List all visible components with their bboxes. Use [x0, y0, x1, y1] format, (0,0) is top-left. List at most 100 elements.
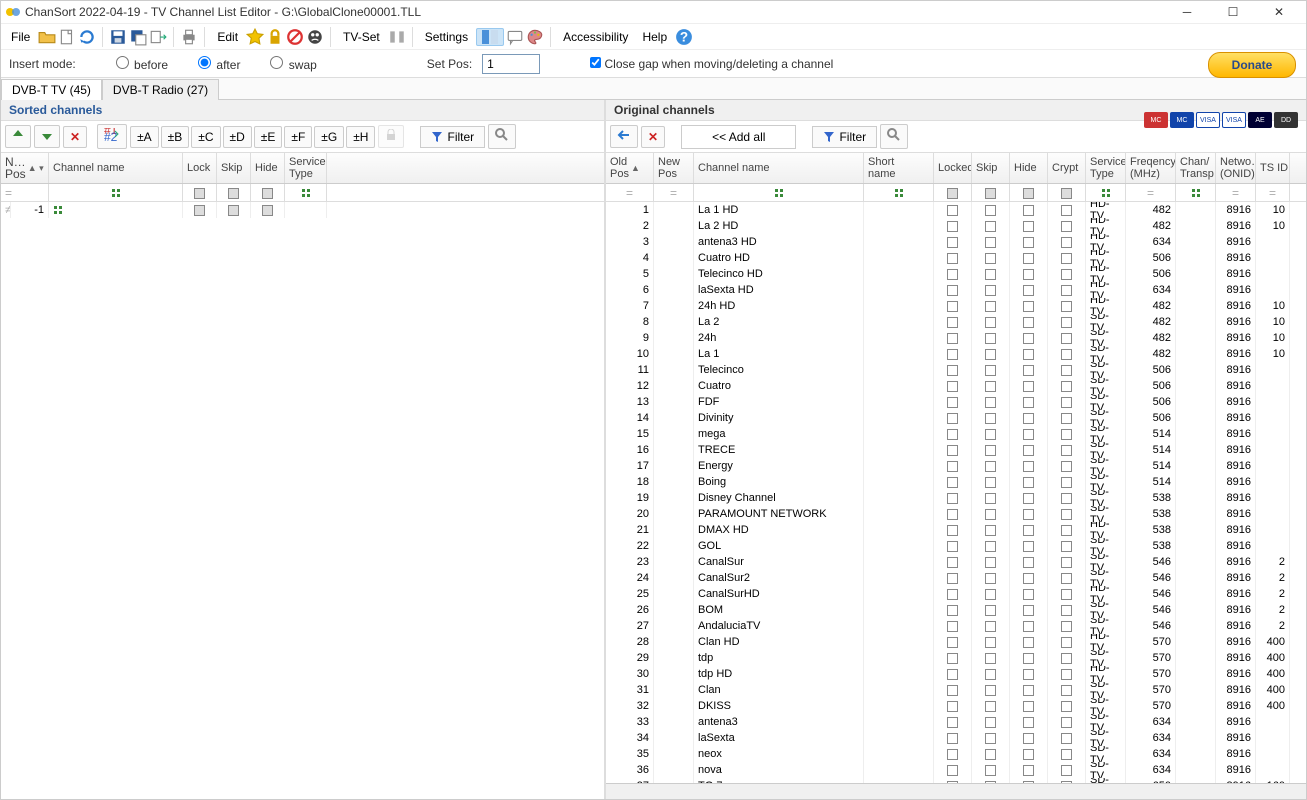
- table-row[interactable]: 13FDFSD-TV5068916: [606, 394, 1306, 410]
- table-row[interactable]: 18BoingSD-TV5148916: [606, 474, 1306, 490]
- table-row[interactable]: 12CuatroSD-TV5068916: [606, 378, 1306, 394]
- table-row[interactable]: 17EnergySD-TV5148916: [606, 458, 1306, 474]
- add-left-button[interactable]: [610, 125, 638, 148]
- table-row[interactable]: 21DMAX HDHD-TV5388916: [606, 522, 1306, 538]
- table-row[interactable]: 15megaSD-TV5148916: [606, 426, 1306, 442]
- table-row[interactable]: 924hSD-TV482891610: [606, 330, 1306, 346]
- fav-pmC[interactable]: ±C: [191, 126, 220, 148]
- sorted-grid[interactable]: N… Pos▲ ▾ Channel name Lock Skip Hide Se…: [1, 153, 604, 799]
- table-row[interactable]: 3antena3 HDHD-TV6348916: [606, 234, 1306, 250]
- table-row[interactable]: 35neoxSD-TV6348916: [606, 746, 1306, 762]
- table-row[interactable]: 8La 2SD-TV482891610: [606, 314, 1306, 330]
- table-row[interactable]: 16TRECESD-TV5148916: [606, 442, 1306, 458]
- menu-help[interactable]: Help: [636, 28, 673, 46]
- col-service[interactable]: Service Type: [285, 153, 327, 183]
- table-row[interactable]: 724h HDHD-TV482891610: [606, 298, 1306, 314]
- col-oldpos[interactable]: Old Pos▲: [606, 153, 654, 183]
- saveas-icon[interactable]: [129, 28, 147, 46]
- favorite-icon[interactable]: [246, 28, 264, 46]
- table-row[interactable]: 11TelecincoSD-TV5068916: [606, 362, 1306, 378]
- move-up-button[interactable]: [5, 125, 31, 148]
- fav-pmD[interactable]: ±D: [223, 126, 252, 148]
- help-icon[interactable]: ?: [675, 28, 693, 46]
- table-row[interactable]: 6laSexta HDHD-TV6348916: [606, 282, 1306, 298]
- col-locked[interactable]: Locked: [934, 153, 972, 183]
- col-svc[interactable]: Service Type: [1086, 153, 1126, 183]
- table-row[interactable]: 10La 1SD-TV482891610: [606, 346, 1306, 362]
- table-row[interactable]: 36novaSD-TV6348916: [606, 762, 1306, 778]
- fav-pmF[interactable]: ±F: [284, 126, 312, 148]
- menu-tvset[interactable]: TV-Set: [337, 28, 386, 46]
- save-icon[interactable]: [109, 28, 127, 46]
- table-row[interactable]: 25CanalSurHDHD-TV54689162: [606, 586, 1306, 602]
- renumber-button[interactable]: #1#2: [97, 124, 127, 149]
- col-newpos[interactable]: New Pos: [654, 153, 694, 183]
- col-name[interactable]: Channel name: [694, 153, 864, 183]
- open-icon[interactable]: [38, 28, 56, 46]
- table-row[interactable]: 34laSextaSD-TV6348916: [606, 730, 1306, 746]
- col-lock[interactable]: Lock: [183, 153, 217, 183]
- minimize-button[interactable]: ─: [1164, 1, 1210, 24]
- layout-split-button[interactable]: [476, 28, 504, 46]
- radio-before[interactable]: before: [116, 56, 168, 72]
- col-hide[interactable]: Hide: [1010, 153, 1048, 183]
- col-freq[interactable]: Freqency (MHz): [1126, 153, 1176, 183]
- addall-button[interactable]: << Add all: [681, 125, 796, 149]
- table-row[interactable]: 37TG 7SD-TV6508916160: [606, 778, 1306, 783]
- block-icon[interactable]: [286, 28, 304, 46]
- delete-button[interactable]: ✕: [63, 126, 87, 148]
- maximize-button[interactable]: ☐: [1210, 1, 1256, 24]
- table-row[interactable]: 14DivinitySD-TV5068916: [606, 410, 1306, 426]
- table-row[interactable]: 27AndaluciaTVSD-TV54689162: [606, 618, 1306, 634]
- col-tsid[interactable]: TS ID: [1256, 153, 1290, 183]
- remove-button[interactable]: ✕: [641, 126, 665, 148]
- original-grid[interactable]: Old Pos▲New PosChannel nameShort nameLoc…: [606, 153, 1306, 783]
- print-icon[interactable]: [180, 28, 198, 46]
- table-row[interactable]: 19Disney ChannelSD-TV5388916: [606, 490, 1306, 506]
- table-row[interactable]: 5Telecinco HDHD-TV5068916: [606, 266, 1306, 282]
- new-icon[interactable]: [58, 28, 76, 46]
- table-row[interactable]: ≠-1: [1, 202, 604, 218]
- fav-pmG[interactable]: ±G: [314, 126, 344, 148]
- left-search-button[interactable]: [488, 124, 516, 149]
- tab-dvbt-tv[interactable]: DVB-T TV (45): [1, 79, 102, 100]
- radio-after[interactable]: after: [198, 56, 240, 72]
- hide-icon[interactable]: [306, 28, 324, 46]
- lock-icon[interactable]: [266, 28, 284, 46]
- tab-dvbt-radio[interactable]: DVB-T Radio (27): [102, 79, 219, 100]
- right-filter-button[interactable]: Filter: [812, 126, 877, 148]
- col-skip[interactable]: Skip: [217, 153, 251, 183]
- col-crypt[interactable]: Crypt: [1048, 153, 1086, 183]
- radio-swap[interactable]: swap: [270, 56, 316, 72]
- tvset-tool-icon[interactable]: [388, 28, 406, 46]
- menu-file[interactable]: File: [5, 28, 36, 46]
- table-row[interactable]: 28Clan HDHD-TV5708916400: [606, 634, 1306, 650]
- reload-icon[interactable]: [78, 28, 96, 46]
- col-netw[interactable]: Netwo… (ONID): [1216, 153, 1256, 183]
- table-row[interactable]: 20PARAMOUNT NETWORKSD-TV5388916: [606, 506, 1306, 522]
- fav-pmE[interactable]: ±E: [254, 126, 283, 148]
- col-chan[interactable]: Chan/ Transp: [1176, 153, 1216, 183]
- right-search-button[interactable]: [880, 124, 908, 149]
- fav-pmH[interactable]: ±H: [346, 126, 375, 148]
- comment-icon[interactable]: [506, 28, 524, 46]
- col-npos[interactable]: N… Pos▲ ▾: [1, 153, 49, 183]
- table-row[interactable]: 29tdpSD-TV5708916400: [606, 650, 1306, 666]
- table-row[interactable]: 24CanalSur2SD-TV54689162: [606, 570, 1306, 586]
- move-down-button[interactable]: [34, 125, 60, 148]
- setpos-input[interactable]: [482, 54, 540, 74]
- left-filter-button[interactable]: Filter: [420, 126, 485, 148]
- col-skip[interactable]: Skip: [972, 153, 1010, 183]
- menu-accessibility[interactable]: Accessibility: [557, 28, 634, 46]
- table-row[interactable]: 30tdp HDHD-TV5708916400: [606, 666, 1306, 682]
- col-hide[interactable]: Hide: [251, 153, 285, 183]
- close-button[interactable]: ✕: [1256, 1, 1302, 24]
- closegap-check[interactable]: Close gap when moving/deleting a channel: [590, 57, 833, 71]
- table-row[interactable]: 31ClanSD-TV5708916400: [606, 682, 1306, 698]
- fav-pmB[interactable]: ±B: [161, 126, 190, 148]
- palette-icon[interactable]: [526, 28, 544, 46]
- menu-settings[interactable]: Settings: [419, 28, 474, 46]
- export-icon[interactable]: [149, 28, 167, 46]
- table-row[interactable]: 4Cuatro HDHD-TV5068916: [606, 250, 1306, 266]
- menu-edit[interactable]: Edit: [211, 28, 244, 46]
